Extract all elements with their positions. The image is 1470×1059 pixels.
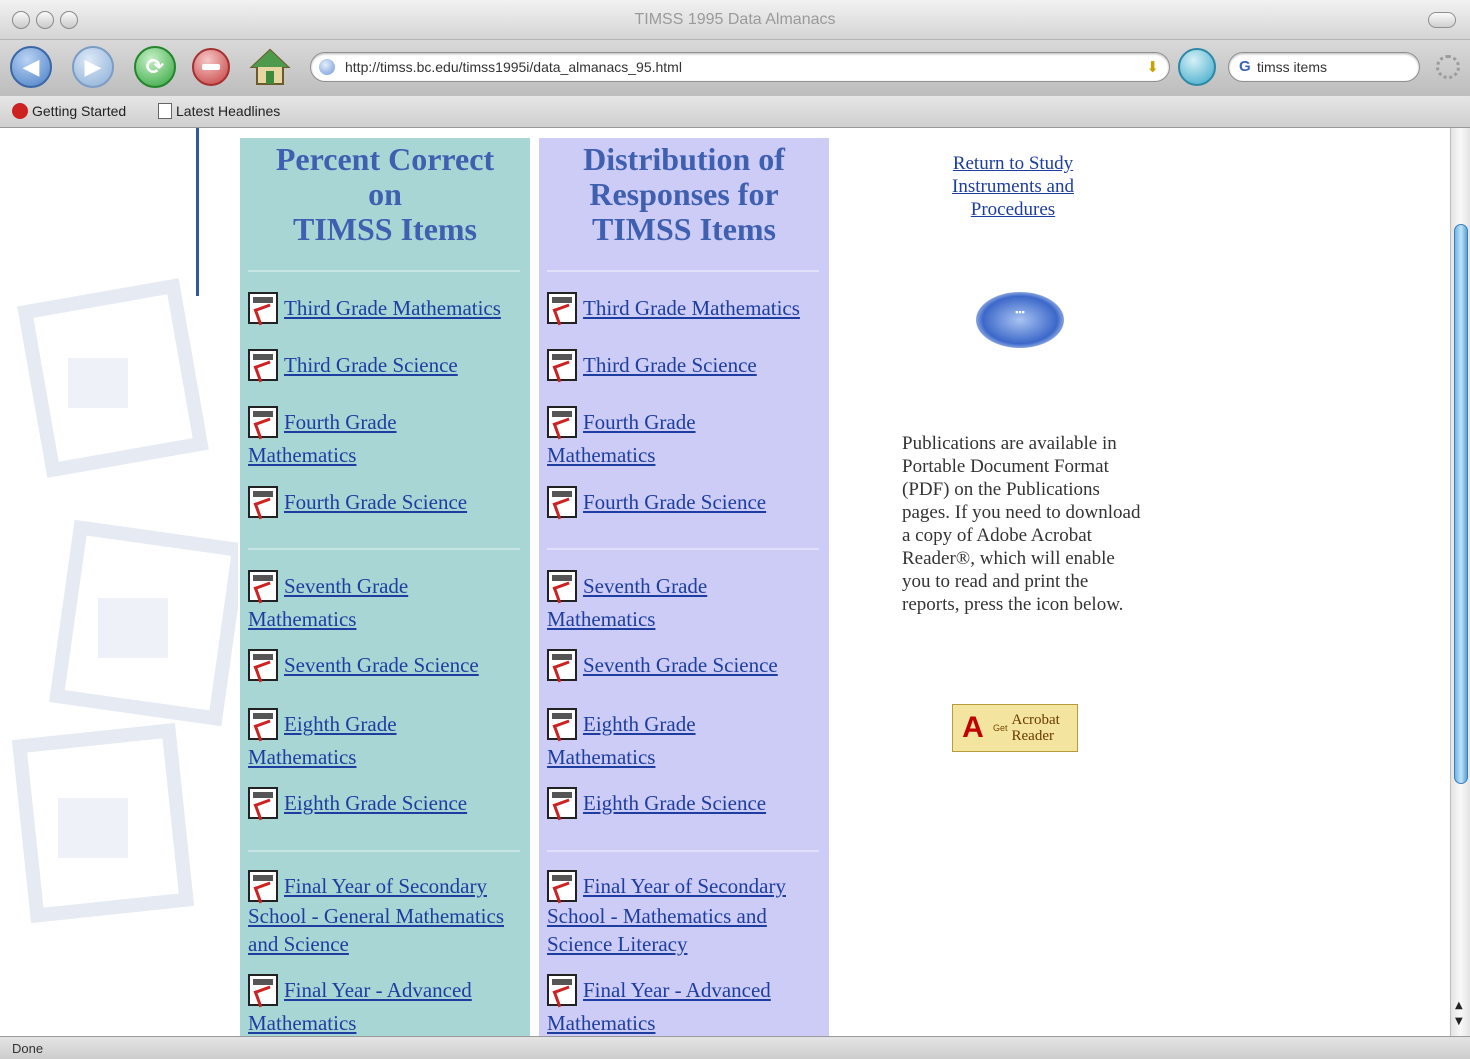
adobe-logo-icon: A [962,711,984,744]
separator [547,850,819,852]
home-button[interactable] [246,46,294,88]
pdf-icon [547,406,577,438]
scrollbar-thumb[interactable] [1454,224,1468,784]
percent-item-link[interactable]: Final Year of Secondary School - General… [248,870,526,958]
watermark-graphic [11,278,238,924]
pdf-icon [248,870,278,902]
pdf-icon [248,787,278,819]
site-globe-icon [319,59,335,75]
pdf-icon [248,649,278,681]
publications-text: Publications are available in Portable D… [902,433,1141,615]
home-icon [249,48,291,85]
bookmarks-bar: Getting Started Latest Headlines [0,96,1470,128]
pdf-icon [547,974,577,1006]
stop-button[interactable] [192,48,230,86]
pdf-icon [547,570,577,602]
divider-line [196,128,199,296]
separator [248,850,520,852]
pdf-icon [248,292,278,324]
distribution-item-link[interactable]: Final Year - Advanced Mathematics [547,974,807,1036]
rss-arrow-icon[interactable]: ⬇ [1146,58,1159,76]
pdf-icon [547,787,577,819]
navigation-toolbar: ◀ ▶ ⟳ http://timss.bc.edu/timss1995i/dat… [0,40,1470,96]
url-input[interactable]: http://timss.bc.edu/timss1995i/data_alma… [345,59,682,75]
search-input[interactable]: timss items [1257,59,1327,75]
info-sidebar: Return to Study Instruments and Procedur… [888,152,1148,752]
pdf-icon [547,486,577,518]
pdf-icon [547,349,577,381]
pdf-icon [248,974,278,1006]
reload-icon: ⟳ [145,54,165,80]
distribution-item-link[interactable]: Eighth Grade Science [547,787,825,820]
back-arrow-icon: ◀ [22,54,40,80]
separator [248,270,520,272]
percent-item-link[interactable]: Fourth Grade Science [248,486,526,519]
timss-logo-text: ▪▪▪ [1015,307,1025,317]
go-button[interactable] [1178,48,1216,86]
rss-page-icon [158,103,172,119]
getting-started-icon [12,103,28,119]
pdf-icon [547,649,577,681]
pdf-icon [248,570,278,602]
percent-item-link[interactable]: Final Year - Advanced Mathematics [248,974,508,1036]
page-content: Percent Correct on TIMSS Items Distribut… [8,128,1450,1036]
forward-button[interactable]: ▶ [72,46,114,88]
scroll-up-icon[interactable]: ▲ [1455,1000,1463,1011]
percent-item-link[interactable]: Third Grade Mathematics [248,292,526,325]
separator [248,548,520,550]
acrobat-reader-button[interactable]: A Get Acrobat Reader [952,704,1078,752]
title-bar: TIMSS 1995 Data Almanacs [0,0,1470,40]
vertical-scrollbar[interactable]: ▲ ▼ [1450,128,1470,1036]
back-button[interactable]: ◀ [10,46,52,88]
activity-spinner-icon [1436,55,1460,79]
scroll-down-icon[interactable]: ▼ [1455,1016,1463,1027]
address-bar[interactable]: http://timss.bc.edu/timss1995i/data_alma… [310,52,1170,82]
return-link[interactable]: Return to Study Instruments and Procedur… [928,152,1098,221]
bookmark-getting-started[interactable]: Getting Started [12,103,126,119]
percent-item-link[interactable]: Fourth Grade Mathematics [248,406,448,472]
bookmark-label: Getting Started [32,103,127,119]
pdf-icon [547,292,577,324]
distribution-item-link[interactable]: Seventh Grade Mathematics [547,570,747,636]
window-title: TIMSS 1995 Data Almanacs [634,11,836,28]
pdf-icon [248,349,278,381]
percent-correct-heading: Percent Correct on TIMSS Items [275,141,495,247]
bookmark-latest-headlines[interactable]: Latest Headlines [158,103,280,119]
stop-icon [202,64,220,70]
percent-item-link[interactable]: Seventh Grade Science [248,649,526,682]
percent-item-link[interactable]: Eighth Grade Mathematics [248,708,448,774]
separator [547,548,819,550]
pdf-icon [547,870,577,902]
reload-button[interactable]: ⟳ [134,46,176,88]
pdf-icon [547,708,577,740]
distribution-item-link[interactable]: Third Grade Science [547,349,825,382]
distribution-item-link[interactable]: Seventh Grade Science [547,649,825,682]
distribution-item-link[interactable]: Eighth Grade Mathematics [547,708,747,774]
forward-arrow-icon: ▶ [84,54,102,80]
toolbar-toggle-button[interactable] [1428,12,1456,28]
distribution-heading: Distribution of Responses for TIMSS Item… [583,141,785,247]
distribution-item-link[interactable]: Third Grade Mathematics [547,292,825,325]
status-bar: Done [0,1036,1470,1059]
pdf-icon [248,486,278,518]
distribution-item-link[interactable]: Fourth Grade Science [547,486,825,519]
percent-item-link[interactable]: Seventh Grade Mathematics [248,570,448,636]
pdf-icon [248,708,278,740]
status-text: Done [12,1041,44,1056]
distribution-item-link[interactable]: Fourth Grade Mathematics [547,406,747,472]
google-search-icon: G [1239,58,1251,75]
timss-logo-icon[interactable] [976,292,1064,348]
pdf-icon [248,406,278,438]
separator [547,270,819,272]
search-field[interactable]: G timss items [1228,52,1420,82]
percent-item-link[interactable]: Eighth Grade Science [248,787,526,820]
bookmark-label: Latest Headlines [176,103,281,119]
percent-item-link[interactable]: Third Grade Science [248,349,526,382]
distribution-item-link[interactable]: Final Year of Secondary School - Mathema… [547,870,825,958]
